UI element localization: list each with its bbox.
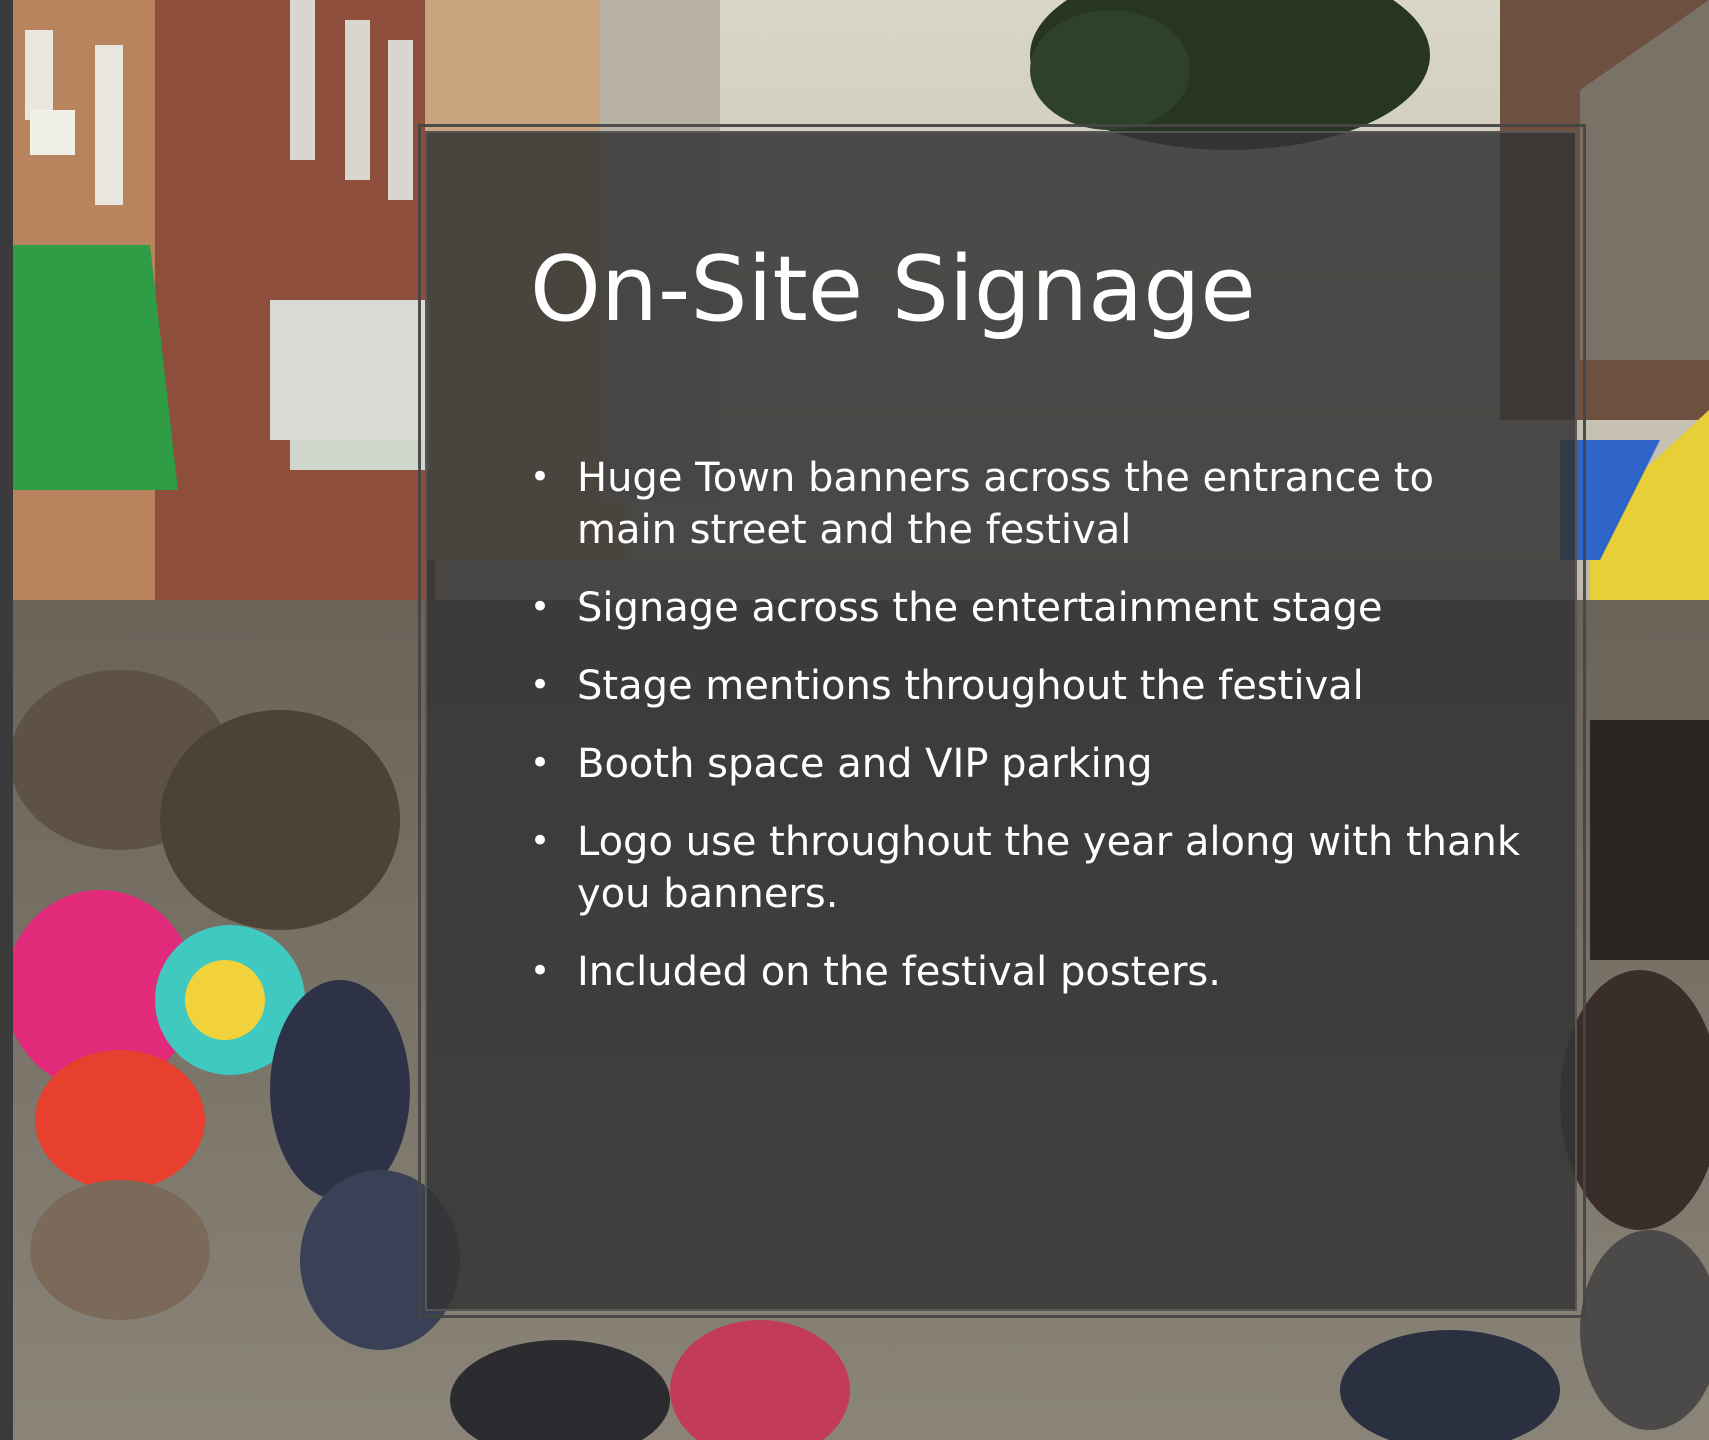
bullet-icon: • [530,457,551,497]
bullet-icon: • [530,665,551,705]
slide-left-edge [0,0,13,1440]
bullet-text: Stage mentions throughout the festival [577,663,1364,709]
bullet-icon: • [530,587,551,627]
bullet-text: Huge Town banners across the entrance to… [577,455,1434,553]
bullet-text: Included on the festival posters. [577,949,1221,995]
bullet-list: • Huge Town banners across the entrance t… [530,452,1530,1024]
bullet-item: • Signage across the entertainment stage [530,582,1530,634]
bullet-icon: • [530,743,551,783]
bullet-icon: • [530,951,551,991]
bullet-item: • Booth space and VIP parking [530,738,1530,790]
bullet-item: • Huge Town banners across the entrance t… [530,452,1530,556]
slide-title: On-Site Signage [530,237,1256,342]
bullet-item: • Stage mentions throughout the festival [530,660,1530,712]
bullet-icon: • [530,821,551,861]
bullet-item: • Included on the festival posters. [530,946,1530,998]
bullet-text: Signage across the entertainment stage [577,585,1383,631]
bullet-text: Logo use throughout the year along with … [577,819,1521,917]
bullet-text: Booth space and VIP parking [577,741,1153,787]
bullet-item: • Logo use throughout the year along with… [530,816,1530,920]
